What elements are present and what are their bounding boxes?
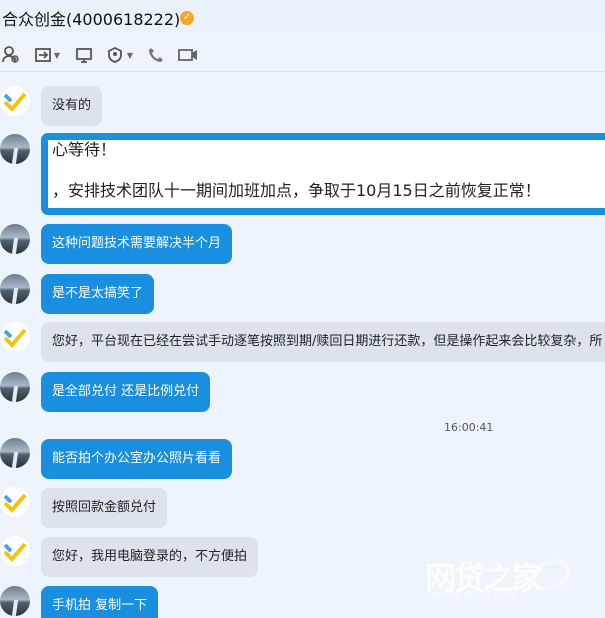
transfer-icon bbox=[35, 48, 51, 62]
transfer-dropdown-button[interactable]: ▼ bbox=[32, 43, 62, 67]
notice-line-2: ，安排技术团队十一期间加班加点，争取于10月15日之前恢复正常！ bbox=[52, 181, 541, 200]
message-bubble: 手机拍 复制一下 bbox=[41, 586, 159, 618]
user-avatar bbox=[0, 224, 30, 254]
message-bubble: 没有的 bbox=[41, 86, 103, 126]
chevron-down-icon: ▼ bbox=[126, 50, 134, 60]
message-bubble: 这种问题技术需要解决半个月 bbox=[41, 224, 233, 264]
phone-icon[interactable] bbox=[145, 43, 167, 67]
title-bar: 合众创金(4000618222) ✓ bbox=[0, 0, 605, 36]
chat-title: 合众创金(4000618222) bbox=[2, 10, 181, 29]
video-icon[interactable] bbox=[176, 43, 200, 67]
message-bubble: 您好，平台现在已经在尝试手动逐笔按照到期/赎回日期进行还款，但是操作起来会比较复… bbox=[41, 322, 605, 362]
add-contact-icon[interactable] bbox=[0, 43, 22, 67]
company-avatar bbox=[0, 487, 30, 517]
user-avatar bbox=[0, 372, 30, 402]
screen-share-icon[interactable] bbox=[73, 43, 95, 67]
message-list[interactable]: 没有的 心等待！ ，安排技术团队十一期间加班加点，争取于10月15日之前恢复正常… bbox=[0, 72, 605, 618]
group-dropdown-button[interactable]: ▼ bbox=[103, 43, 135, 67]
company-avatar bbox=[0, 322, 30, 352]
notice-content: 心等待！ ，安排技术团队十一期间加班加点，争取于10月15日之前恢复正常！ bbox=[48, 140, 605, 208]
chevron-down-icon: ▼ bbox=[53, 50, 61, 60]
user-avatar bbox=[0, 586, 30, 616]
user-avatar bbox=[0, 438, 30, 468]
message-bubble: 能否拍个办公室办公照片看看 bbox=[41, 439, 233, 479]
notice-message: 心等待！ ，安排技术团队十一期间加班加点，争取于10月15日之前恢复正常！ bbox=[41, 133, 605, 215]
watermark: 网贷之家 WWW.WDZJ.COM bbox=[415, 553, 585, 608]
chat-window: 合众创金(4000618222) ✓ ▼ ▼ 没有的 心等待！ ，安排技术团队十… bbox=[0, 0, 605, 618]
company-avatar bbox=[0, 536, 30, 566]
user-avatar bbox=[0, 274, 30, 304]
watermark-url: WWW.WDZJ.COM bbox=[431, 590, 517, 601]
message-timestamp: 16:00:41 bbox=[444, 421, 494, 434]
group-icon bbox=[108, 46, 122, 63]
chat-toolbar: ▼ ▼ bbox=[0, 38, 605, 72]
user-avatar bbox=[0, 134, 30, 164]
message-bubble: 是不是太搞笑了 bbox=[41, 274, 155, 314]
message-bubble: 您好，我用电脑登录的，不方便拍 bbox=[41, 537, 259, 577]
message-bubble: 是全部兑付 还是比例兑付 bbox=[41, 372, 211, 412]
notice-line-1: 心等待！ bbox=[52, 140, 117, 159]
verified-badge-icon: ✓ bbox=[180, 11, 194, 25]
company-avatar bbox=[0, 86, 30, 116]
message-bubble: 按照回款金额兑付 bbox=[41, 488, 168, 528]
